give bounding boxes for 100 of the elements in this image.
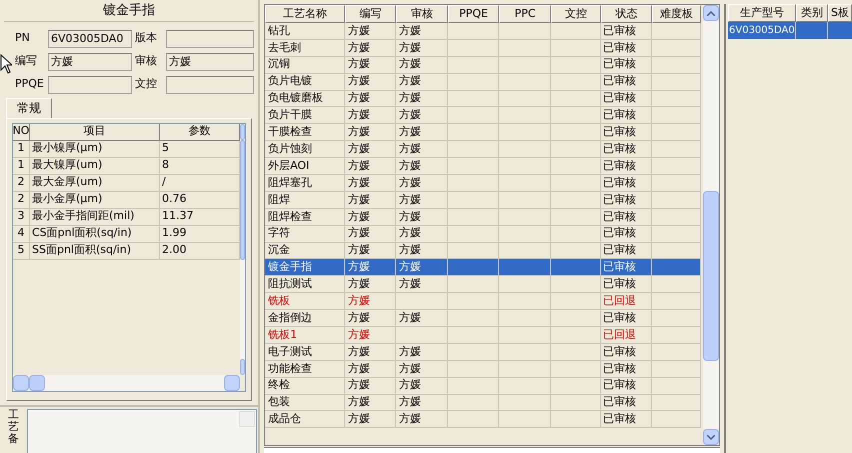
- table-cell: 已审核: [601, 124, 652, 142]
- table-row[interactable]: 包装 方媛 方媛 已审核: [265, 394, 702, 412]
- table-cell: 终检: [265, 378, 346, 395]
- table-cell: 方媛: [396, 74, 448, 91]
- table-cell: 方媛: [396, 378, 448, 395]
- table-row[interactable]: 字符 方媛 方媛 已审核: [265, 226, 702, 243]
- input-field[interactable]: [166, 76, 254, 94]
- table-row[interactable]: 钻孔 方媛 方媛 已审核: [265, 23, 702, 40]
- table-cell: 金指倒边: [265, 310, 346, 328]
- input-field[interactable]: [48, 76, 132, 94]
- mouse-pointer-icon: [0, 54, 12, 74]
- table-cell: 方媛: [396, 360, 448, 378]
- table-cell: 已审核: [601, 141, 652, 158]
- column-header[interactable]: S板: [828, 4, 852, 22]
- table-row[interactable]: 负片蚀刻 方媛 方媛 已审核: [265, 141, 702, 158]
- field-label: PPQE: [15, 76, 45, 92]
- table-row[interactable]: 6V03005DA0: [728, 22, 852, 39]
- scroll-thumb[interactable]: [703, 191, 720, 361]
- field-label: 编写: [15, 53, 38, 70]
- column-header[interactable]: NO: [13, 124, 30, 140]
- table-row[interactable]: 镀金手指 方媛 方媛 已审核: [265, 259, 702, 276]
- table-row[interactable]: 沉铜 方媛 方媛 已审核: [265, 56, 702, 74]
- table-cell: 方媛: [345, 124, 396, 142]
- table-cell: 负片电镀: [265, 74, 346, 91]
- table-cell: 6V03005DA0: [728, 22, 796, 39]
- field-label: 审核: [135, 53, 158, 70]
- table-cell: 已审核: [601, 226, 652, 243]
- table-row[interactable]: 功能检查 方媛 方媛 已审核: [265, 360, 702, 378]
- table-cell: 方媛: [345, 158, 396, 176]
- table-cell: 阻焊: [265, 192, 346, 209]
- column-header[interactable]: PPC: [499, 5, 552, 23]
- column-header[interactable]: 文控: [551, 5, 602, 23]
- table-row[interactable]: 阻焊 方媛 方媛 已审核: [265, 192, 702, 209]
- table-cell: 已回退: [601, 293, 652, 310]
- table-row[interactable]: 电子测试 方媛 方媛 已审核: [265, 344, 702, 361]
- table-row[interactable]: 负电镀磨板 方媛 方媛 已审核: [265, 90, 702, 108]
- status-field[interactable]: [264, 447, 720, 453]
- table-row[interactable]: 阻抗测试 方媛 方媛 已审核: [265, 276, 702, 294]
- table-row[interactable]: 成品仓 方媛 方媛 已审核: [265, 411, 702, 428]
- table-row[interactable]: 铣板 方媛 已回退: [265, 293, 702, 310]
- scroll-down-icon[interactable]: [703, 429, 720, 445]
- table-row[interactable]: 金指倒边 方媛 方媛 已审核: [265, 310, 702, 328]
- column-header[interactable]: 生产型号: [728, 4, 796, 22]
- table-cell: 方媛: [396, 192, 448, 209]
- table-cell: 方媛: [345, 276, 396, 294]
- column-header[interactable]: 难度板: [652, 5, 702, 23]
- table-row[interactable]: 终检 方媛 方媛 已审核: [265, 378, 702, 395]
- table-cell: 方媛: [345, 90, 396, 108]
- table-cell: 干膜检查: [265, 124, 346, 142]
- table-row[interactable]: 阻焊检查 方媛 方媛 已审核: [265, 208, 702, 226]
- scroll-up-icon[interactable]: [703, 5, 720, 21]
- table-cell: 已审核: [601, 411, 652, 428]
- table-cell: 方媛: [396, 208, 448, 226]
- table-cell: 去毛刺: [265, 40, 346, 57]
- table-cell: 3: [13, 208, 30, 226]
- table-cell: 方媛: [396, 175, 448, 192]
- tab[interactable]: 常规: [6, 98, 52, 118]
- table-row[interactable]: 负片干膜 方媛 方媛 已审核: [265, 107, 702, 124]
- column-header[interactable]: PPQE: [448, 5, 500, 23]
- vertical-scrollbar[interactable]: [240, 124, 246, 374]
- column-header[interactable]: 项目: [30, 124, 160, 140]
- table-cell: 5: [13, 242, 30, 260]
- table-cell: 负片蚀刻: [265, 141, 346, 158]
- table-row[interactable]: 铣板1 方媛 已回退: [265, 327, 702, 344]
- table-cell: 方媛: [345, 411, 396, 428]
- table-row[interactable]: 干膜检查 方媛 方媛 已审核: [265, 124, 702, 142]
- input-field[interactable]: 6V03005DA0: [48, 30, 132, 48]
- column-header[interactable]: 状态: [601, 5, 652, 23]
- input-field[interactable]: 方媛: [166, 52, 254, 70]
- table-cell: 方媛: [396, 124, 448, 142]
- field-label: 文控: [135, 76, 158, 92]
- table-row[interactable]: 去毛刺 方媛 方媛 已审核: [265, 40, 702, 57]
- table-cell: 已审核: [601, 378, 652, 395]
- table-cell: 2: [13, 192, 30, 208]
- column-header[interactable]: 编写: [345, 5, 396, 23]
- table-cell: 已审核: [601, 192, 652, 209]
- table-cell: 已审核: [601, 90, 652, 108]
- column-header[interactable]: 参数: [160, 124, 240, 140]
- table-cell: 已审核: [601, 175, 652, 192]
- remarks-field[interactable]: [27, 408, 257, 453]
- table-cell: 方媛: [396, 23, 448, 40]
- table-row[interactable]: 负片电镀 方媛 方媛 已审核: [265, 74, 702, 91]
- table-cell: 方媛: [345, 107, 396, 124]
- vertical-scrollbar[interactable]: [703, 5, 720, 445]
- table-cell: 阻焊检查: [265, 208, 346, 226]
- table-row[interactable]: 外层AOI 方媛 方媛 已审核: [265, 158, 702, 176]
- table-cell: 方媛: [396, 411, 448, 428]
- column-header[interactable]: 工艺名称: [265, 5, 346, 23]
- table-cell: 阻焊塞孔: [265, 175, 346, 192]
- table-cell: 方媛: [345, 378, 396, 395]
- column-header[interactable]: 类别: [796, 4, 828, 22]
- table-cell: 方媛: [396, 158, 448, 176]
- table-cell: 负片干膜: [265, 107, 346, 124]
- input-field[interactable]: [166, 30, 254, 48]
- column-header[interactable]: 审核: [396, 5, 448, 23]
- horizontal-scrollbar[interactable]: [13, 374, 240, 390]
- input-field[interactable]: 方媛: [48, 52, 132, 70]
- table-row[interactable]: 阻焊塞孔 方媛 方媛 已审核: [265, 175, 702, 192]
- table-cell: 镀金手指: [265, 259, 346, 276]
- table-cell: 方媛: [345, 192, 396, 209]
